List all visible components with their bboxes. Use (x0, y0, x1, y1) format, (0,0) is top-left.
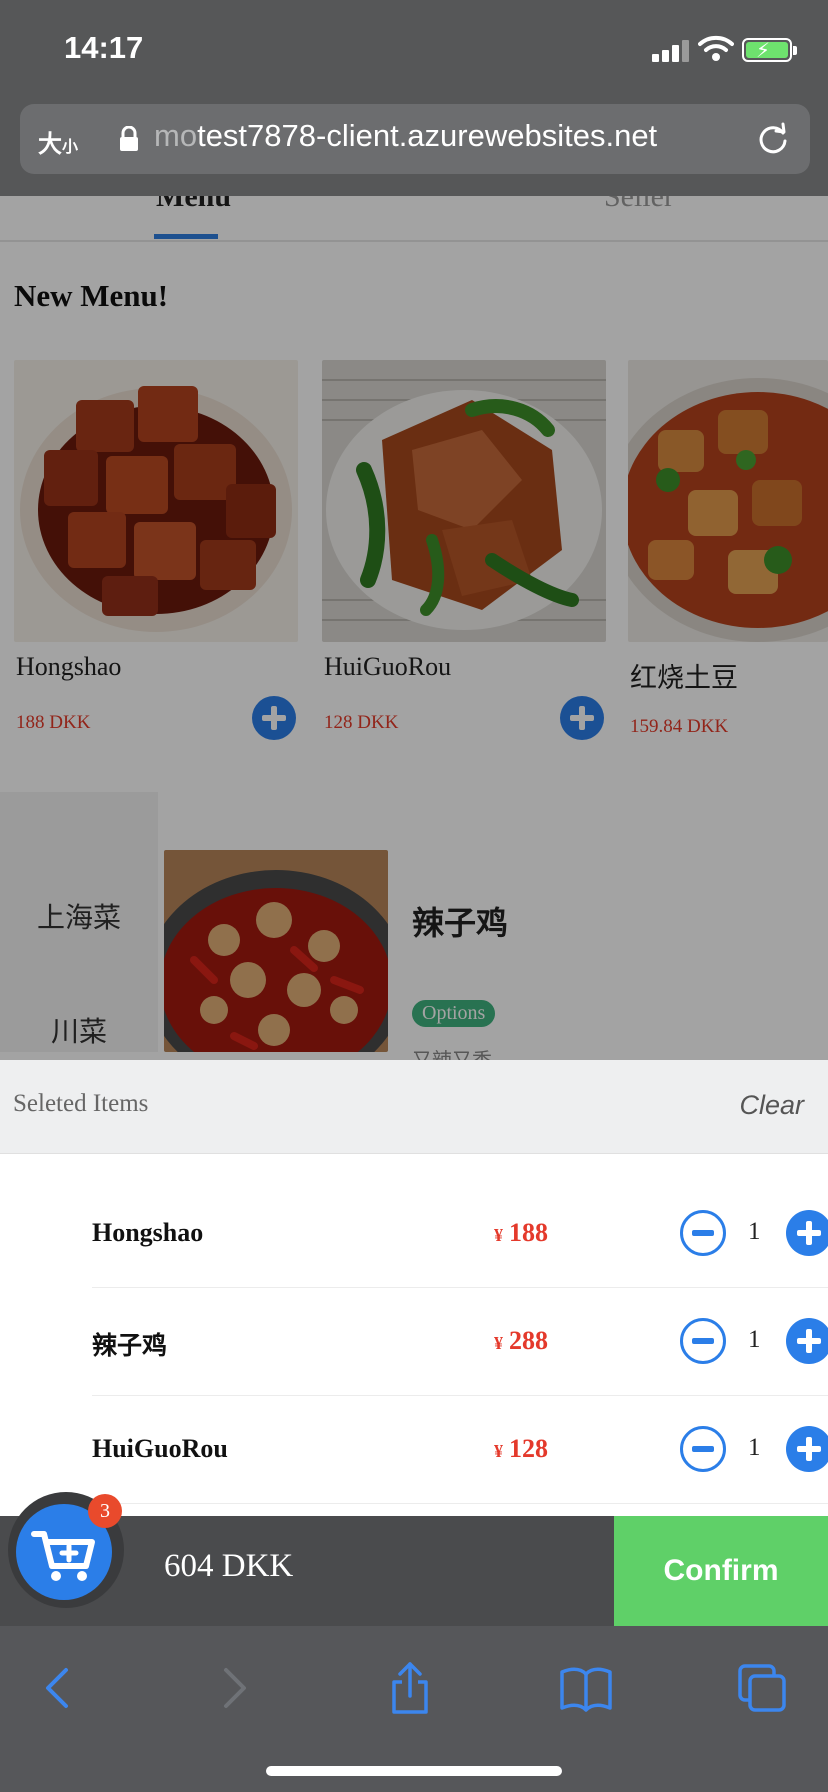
cart-bar: 604 DKK Confirm (0, 1516, 828, 1626)
share-icon[interactable] (382, 1660, 438, 1716)
cart-item-price: ¥188 (494, 1218, 548, 1247)
lock-icon (118, 125, 140, 152)
browser-toolbar (0, 1626, 828, 1792)
address-bar[interactable]: 大小 motest7878-client.azurewebsites.net (20, 104, 810, 174)
home-indicator[interactable] (266, 1766, 562, 1776)
cart-item-name: 辣子鸡 (92, 1331, 168, 1360)
forward-icon[interactable] (206, 1660, 262, 1716)
browser-chrome-top: 14:17 ⚡ 大小 motest7878-client.azurewebsit… (0, 0, 828, 196)
cart-item-name: HuiGuoRou (92, 1434, 228, 1463)
decrease-quantity-button[interactable] (680, 1210, 726, 1256)
increase-quantity-button[interactable] (786, 1210, 828, 1256)
cart-item-price: ¥128 (494, 1434, 548, 1463)
back-icon[interactable] (30, 1660, 86, 1716)
text-size-button[interactable]: 大小 (38, 124, 78, 159)
tabs-icon[interactable] (734, 1660, 790, 1716)
cart-item-name: Hongshao (92, 1218, 204, 1247)
increase-quantity-button[interactable] (786, 1426, 828, 1472)
cart-item-quantity: 1 (748, 1218, 761, 1245)
selected-items-sheet: Seleted Items Clear Hongshao ¥188 1 辣子鸡 … (0, 1060, 828, 1516)
battery-icon: ⚡ (742, 38, 797, 62)
decrease-quantity-button[interactable] (680, 1426, 726, 1472)
cart-item-quantity: 1 (748, 1326, 761, 1353)
increase-quantity-button[interactable] (786, 1318, 828, 1364)
cart-item-quantity: 1 (748, 1434, 761, 1461)
cart-row: HuiGuoRou ¥128 1 (92, 1396, 828, 1504)
clear-button[interactable]: Clear (739, 1090, 804, 1121)
url-text: motest7878-client.azurewebsites.net (154, 118, 658, 153)
cart-item-price: ¥288 (494, 1326, 548, 1355)
sheet-header: Seleted Items Clear (0, 1060, 828, 1154)
status-time: 14:17 (64, 30, 144, 65)
bookmarks-icon[interactable] (558, 1660, 614, 1716)
reload-icon[interactable] (756, 122, 790, 156)
cart-row: 辣子鸡 ¥288 1 (92, 1288, 828, 1396)
decrease-quantity-button[interactable] (680, 1318, 726, 1364)
wifi-icon (698, 34, 734, 62)
cart-row: Hongshao ¥188 1 (92, 1180, 828, 1288)
cellular-signal-icon (652, 40, 690, 62)
cart-count-badge: 3 (88, 1494, 122, 1528)
confirm-button[interactable]: Confirm (614, 1516, 828, 1626)
cart-total: 604 DKK (164, 1548, 294, 1584)
sheet-title: Seleted Items (13, 1090, 149, 1117)
